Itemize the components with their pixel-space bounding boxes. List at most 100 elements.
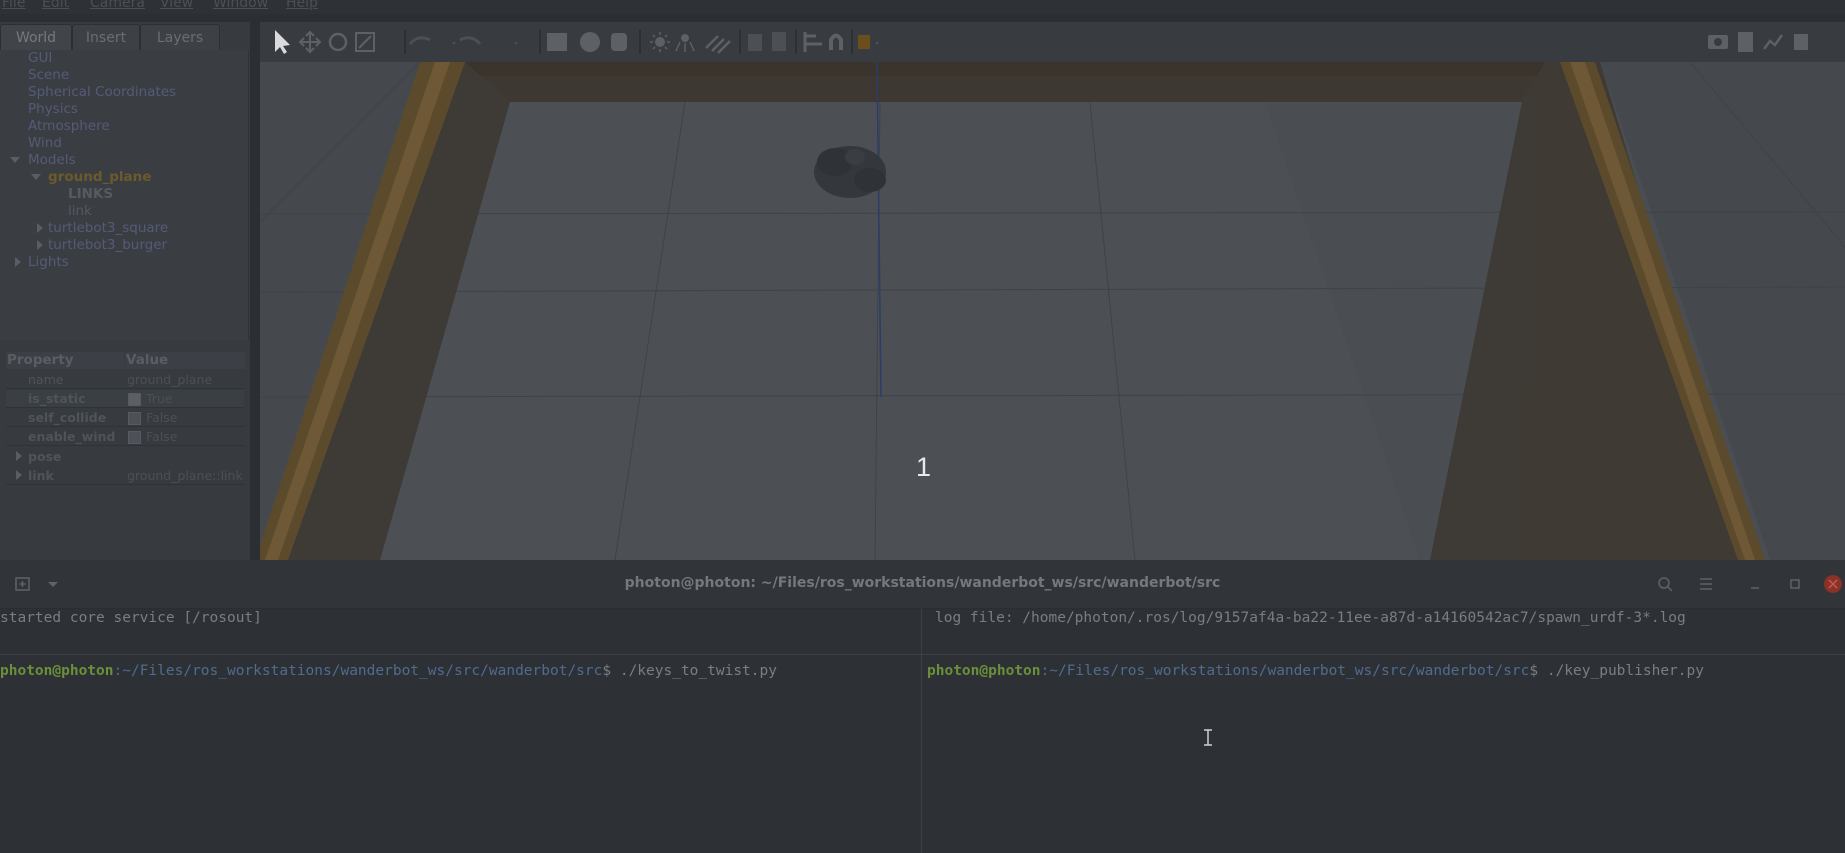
property-row-enable-wind[interactable]: enable_wind False — [6, 428, 244, 446]
expand-ground-plane-icon[interactable] — [31, 174, 41, 180]
tree-item-ground-plane[interactable]: ground_plane — [48, 169, 151, 185]
3d-scene[interactable]: 1 — [260, 62, 1845, 560]
expand-turtlebot3-burger-icon[interactable] — [37, 240, 43, 250]
undo-icon[interactable] — [408, 36, 431, 45]
left-pane-prompt[interactable]: photon@photon:~/Files/ros_workstations/w… — [0, 663, 777, 679]
terminal-window[interactable]: photon@photon: ~/Files/ros_workstations/… — [0, 560, 1845, 853]
tree-item-turtlebot3-square[interactable]: turtlebot3_square — [48, 220, 168, 236]
text-cursor-icon — [1204, 729, 1212, 746]
property-value: False — [146, 429, 178, 444]
redo-icon[interactable] — [459, 36, 482, 45]
directional-light-icon[interactable] — [705, 35, 731, 54]
property-row-self-collide[interactable]: self_collide False — [6, 409, 244, 427]
property-name: link — [28, 468, 54, 483]
menu-button[interactable] — [1693, 572, 1719, 596]
left-panel: World Insert Layers GUI Scene Spherical … — [0, 22, 250, 560]
enable-wind-checkbox[interactable] — [128, 431, 141, 444]
minimize-button[interactable] — [1742, 572, 1768, 596]
property-row-link[interactable]: link ground_plane::link — [6, 467, 244, 485]
left-pane-output: started core service [/rosout] — [0, 610, 262, 626]
property-name: is_static — [28, 391, 86, 406]
menu-view[interactable]: View — [160, 0, 193, 11]
undo-dropdown-icon[interactable] — [452, 42, 456, 45]
redo-dropdown-icon[interactable] — [514, 42, 518, 45]
tree-item-turtlebot3-burger[interactable]: turtlebot3_burger — [48, 237, 167, 253]
copy-icon[interactable] — [748, 34, 762, 51]
screenshot-icon[interactable] — [1708, 35, 1728, 49]
log-data-icon[interactable] — [1738, 32, 1753, 52]
property-header: Property — [6, 352, 124, 369]
property-name: pose — [28, 449, 62, 464]
right-pane-prompt[interactable]: photon@photon:~/Files/ros_workstations/w… — [927, 663, 1704, 679]
property-row-is-static[interactable]: is_static True — [6, 390, 244, 408]
rotate-mode-icon[interactable] — [328, 32, 348, 52]
expand-models-icon[interactable] — [10, 157, 20, 163]
prompt-path: :~/Files/ros_workstations/wanderbot_ws/s… — [113, 663, 603, 679]
menu-bar: File Edit Camera View Window Help — [0, 0, 1845, 14]
video-record-icon[interactable] — [1794, 34, 1808, 50]
expand-turtlebot3-square-icon[interactable] — [37, 223, 43, 233]
tab-insert[interactable]: Insert — [72, 24, 140, 52]
property-value: True — [146, 391, 173, 406]
menu-help[interactable]: Help — [286, 0, 318, 11]
prompt-symbol: $ — [602, 663, 620, 679]
prompt-user: photon@photon — [927, 663, 1041, 679]
pane-divider-right — [922, 654, 1845, 655]
pane-divider-vertical[interactable] — [921, 608, 922, 853]
menu-edit[interactable]: Edit — [42, 0, 69, 11]
tree-item-spherical-coordinates[interactable]: Spherical Coordinates — [28, 84, 176, 100]
menu-camera[interactable]: Camera — [90, 0, 145, 11]
select-mode-icon[interactable] — [275, 30, 290, 54]
prompt-symbol: $ — [1529, 663, 1547, 679]
maximize-button[interactable] — [1782, 572, 1808, 596]
tab-layers[interactable]: Layers — [140, 24, 220, 52]
paste-icon[interactable] — [772, 32, 786, 51]
change-view-icon[interactable] — [858, 35, 879, 49]
is-static-checkbox[interactable] — [128, 393, 141, 406]
value-header: Value — [125, 352, 245, 369]
scale-mode-icon[interactable] — [355, 32, 375, 52]
menu-file[interactable]: File — [2, 0, 25, 11]
expand-lights-icon[interactable] — [15, 257, 21, 267]
self-collide-checkbox[interactable] — [128, 412, 141, 425]
tree-item-atmosphere[interactable]: Atmosphere — [28, 118, 110, 134]
tree-item-gui[interactable]: GUI — [28, 50, 52, 66]
prompt-user: photon@photon — [0, 663, 114, 679]
prompt-path: :~/Files/ros_workstations/wanderbot_ws/s… — [1040, 663, 1530, 679]
tree-item-wind[interactable]: Wind — [28, 135, 62, 151]
terminal-titlebar: photon@photon: ~/Files/ros_workstations/… — [0, 560, 1845, 609]
tree-item-lights[interactable]: Lights — [28, 254, 69, 270]
snap-icon[interactable] — [829, 33, 843, 51]
tree-item-scene[interactable]: Scene — [28, 67, 69, 83]
right-pane-output: log file: /home/photon/.ros/log/9157af4a… — [935, 610, 1686, 626]
pane-divider-left — [0, 654, 921, 655]
left-pane-command: ./keys_to_twist.py — [619, 663, 777, 679]
property-row-name[interactable]: name ground_plane — [6, 371, 244, 389]
translate-mode-icon[interactable] — [298, 30, 322, 54]
spot-light-icon[interactable] — [675, 34, 695, 52]
align-icon[interactable] — [803, 32, 822, 52]
tree-item-links[interactable]: LINKS — [68, 186, 113, 202]
search-button[interactable] — [1652, 572, 1678, 596]
sphere-shape-icon[interactable] — [580, 32, 600, 52]
expand-pose-icon[interactable] — [16, 451, 22, 461]
turtlebot3-burger-model[interactable] — [814, 146, 886, 198]
menu-window[interactable]: Window — [213, 0, 268, 11]
close-button[interactable] — [1819, 572, 1845, 596]
toolbar — [260, 22, 1845, 63]
property-name: enable_wind — [28, 429, 116, 444]
scene-viewport[interactable]: 1 — [260, 22, 1845, 560]
plot-icon[interactable] — [1763, 34, 1784, 50]
tree-item-physics[interactable]: Physics — [28, 101, 78, 117]
property-value: ground_plane::link — [127, 468, 243, 483]
cylinder-shape-icon[interactable] — [611, 33, 627, 51]
expand-link-icon[interactable] — [16, 470, 22, 480]
viewport-number-overlay: 1 — [916, 452, 932, 482]
box-shape-icon[interactable] — [547, 33, 567, 51]
point-light-icon[interactable] — [650, 32, 670, 52]
terminal-title: photon@photon: ~/Files/ros_workstations/… — [624, 575, 1221, 591]
tree-item-models[interactable]: Models — [28, 152, 76, 168]
tab-world[interactable]: World — [0, 24, 72, 52]
tree-item-link[interactable]: link — [68, 203, 92, 219]
property-row-pose[interactable]: pose — [6, 448, 244, 465]
